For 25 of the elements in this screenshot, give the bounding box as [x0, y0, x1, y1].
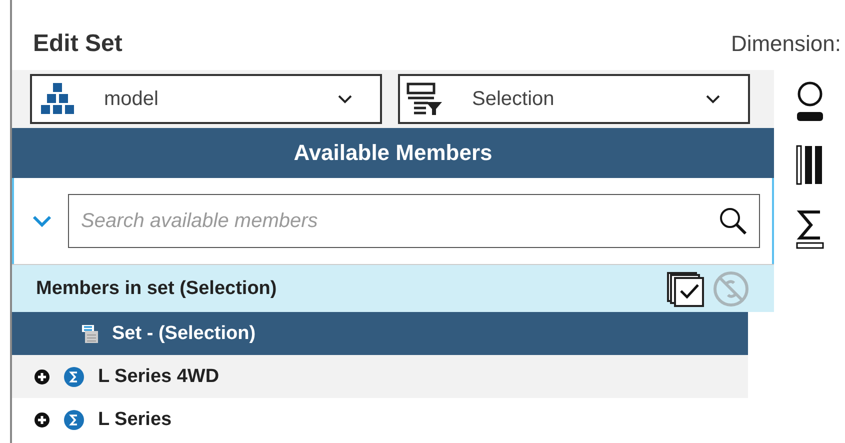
chevron-down-icon — [706, 94, 720, 104]
sigma-icon[interactable] — [794, 208, 824, 250]
panel-title: Edit Set — [33, 30, 122, 58]
chevron-down-icon — [338, 94, 352, 104]
person-icon[interactable] — [794, 80, 824, 122]
dropdown[interactable]: Selection — [398, 74, 750, 124]
search-icon — [718, 206, 748, 236]
member-row[interactable]: L Series 4WD — [12, 355, 748, 398]
sigma-icon — [64, 410, 84, 430]
member-row[interactable]: Set - (Selection) — [12, 312, 748, 355]
expand-icon[interactable] — [34, 412, 50, 428]
chevron-icon[interactable] — [32, 215, 52, 227]
member-label: L Series — [98, 408, 172, 430]
dimension-label: Dimension: — [730, 31, 841, 57]
section-title: Members in set (Selection) — [36, 278, 278, 300]
list-icon — [82, 324, 98, 342]
checked-pages-icon[interactable] — [666, 270, 706, 306]
dropdown[interactable]: model — [30, 74, 382, 124]
columns-icon[interactable] — [794, 144, 824, 186]
search-field[interactable]: Search available members — [68, 194, 760, 248]
member-label: Set - (Selection) — [112, 322, 256, 344]
sigma-icon — [64, 366, 84, 386]
section-header: Available Members — [12, 128, 774, 178]
member-label: L Series 4WD — [98, 366, 220, 388]
expand-icon[interactable] — [34, 368, 50, 384]
